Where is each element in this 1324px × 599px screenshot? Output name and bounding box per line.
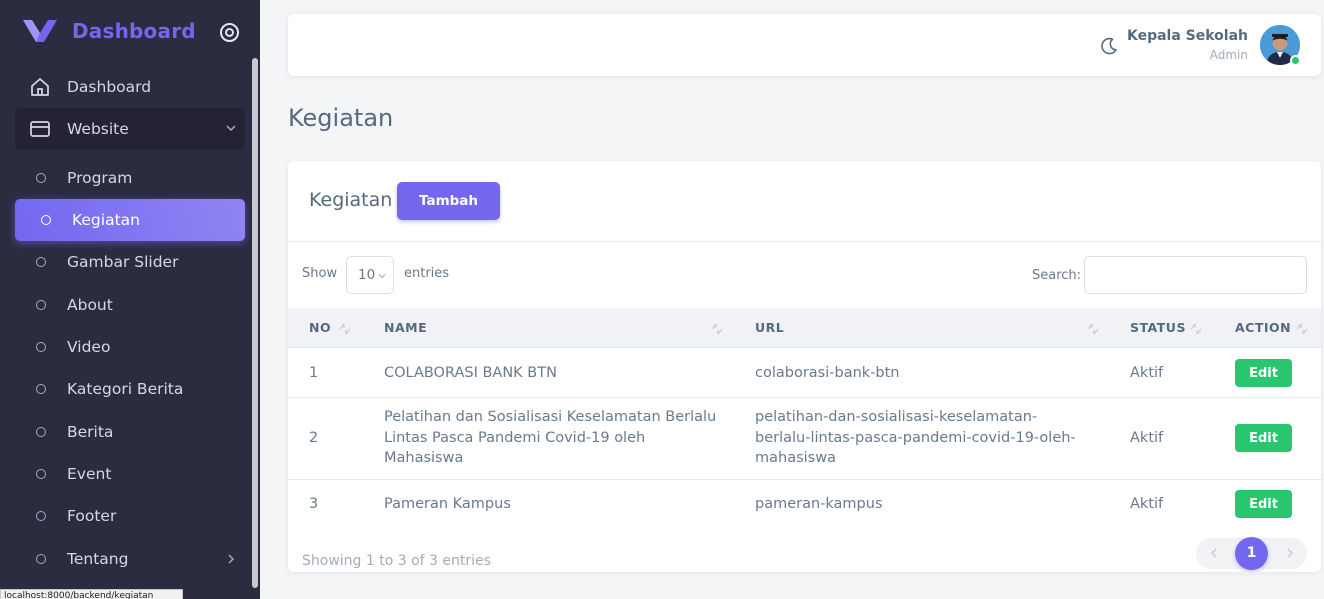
cell-name: COLABORASI BANK BTN (384, 365, 557, 381)
table-info: Showing 1 to 3 of 3 entries (302, 553, 491, 569)
user-name: Kepala Sekolah (1126, 28, 1248, 44)
cell-status: Aktif (1130, 430, 1164, 446)
sidebar-subitem-footer[interactable]: Footer (15, 495, 245, 537)
circle-icon (36, 511, 46, 521)
browser-status-url: localhost:8000/backend/kegiatan (0, 589, 183, 599)
sidebar-subitem-about[interactable]: About (15, 284, 245, 326)
cell-name: Pameran Kampus (384, 496, 511, 512)
chevron-right-icon (228, 554, 235, 564)
sidebar-subitem-label: Program (67, 169, 133, 187)
cell-status: Aktif (1130, 496, 1164, 512)
circle-icon (36, 554, 46, 564)
circle-icon (36, 469, 46, 479)
sidebar-subitem-label: Gambar Slider (67, 253, 179, 271)
sidebar-subitem-label: Video (67, 338, 111, 356)
sidebar-subitem-label: Kategori Berita (67, 380, 184, 398)
card-divider (288, 241, 1321, 242)
sidebar-subitem-berita[interactable]: Berita (15, 411, 245, 453)
edit-button[interactable]: Edit (1235, 490, 1292, 518)
sidebar-subitem-video[interactable]: Video (15, 326, 245, 368)
brand[interactable]: Dashboard (22, 16, 196, 46)
top-navbar: Kepala Sekolah Admin (288, 14, 1321, 76)
circle-icon (36, 384, 46, 394)
home-icon (31, 78, 49, 96)
page-title: Kegiatan (288, 104, 394, 132)
sidebar-item-website[interactable]: Website (15, 108, 245, 150)
chevron-right-icon[interactable] (1284, 546, 1296, 560)
circle-icon (36, 173, 46, 183)
table-header: NO NAME URL STATUS ACTION (288, 308, 1321, 348)
entries-label: entries (404, 266, 450, 281)
table-row: 2 Pelatihan dan Sosialisasi Keselamatan … (288, 398, 1321, 480)
cell-name: Pelatihan dan Sosialisasi Keselamatan Be… (384, 409, 717, 466)
sidebar-item-label: Website (67, 120, 129, 138)
search-input[interactable] (1084, 256, 1307, 294)
search-label: Search: (1032, 268, 1082, 283)
chevron-down-icon (226, 125, 236, 132)
show-label: Show (302, 266, 338, 281)
sort-icon[interactable] (1294, 320, 1310, 338)
cell-no: 3 (309, 496, 319, 512)
sidebar-item-dashboard[interactable]: Dashboard (15, 66, 245, 108)
page-button-current[interactable]: 1 (1235, 537, 1268, 570)
table-row: 3 Pameran Kampus pameran-kampus Aktif Ed… (288, 480, 1321, 530)
cell-no: 1 (309, 365, 319, 381)
circle-icon (41, 215, 51, 225)
cell-no: 2 (309, 430, 319, 446)
sort-icon[interactable] (1085, 320, 1101, 338)
sidebar-subitem-label: Tentang (67, 550, 129, 568)
circle-icon (36, 300, 46, 310)
circle-icon (36, 257, 46, 267)
table-row: 1 COLABORASI BANK BTN colaborasi-bank-bt… (288, 349, 1321, 398)
sidebar-item-label: Dashboard (67, 78, 152, 96)
browser-icon (30, 121, 50, 137)
sidebar-subitem-tentang[interactable]: Tentang (15, 538, 245, 580)
chevron-down-icon (378, 274, 386, 279)
sidebar-toggle-icon[interactable] (219, 22, 240, 43)
sort-icon[interactable] (337, 320, 353, 338)
cell-url: pameran-kampus (755, 496, 883, 512)
sidebar-subitem-gambar-slider[interactable]: Gambar Slider (15, 241, 245, 283)
edit-button[interactable]: Edit (1235, 359, 1292, 387)
sidebar-subitem-kategori-berita[interactable]: Kategori Berita (15, 368, 245, 410)
page-length-select[interactable]: 10 (346, 256, 394, 294)
sort-icon[interactable] (1188, 320, 1204, 338)
sidebar-subitem-event[interactable]: Event (15, 453, 245, 495)
sidebar-subitem-label: Kegiatan (72, 211, 140, 229)
column-header-action[interactable]: ACTION (1235, 308, 1291, 348)
pagination: 1 (1196, 537, 1307, 570)
column-header-url[interactable]: URL (755, 308, 784, 348)
online-status-dot (1290, 55, 1301, 66)
add-button[interactable]: Tambah (397, 182, 500, 220)
sidebar-subitem-label: Event (67, 465, 112, 483)
cell-status: Aktif (1130, 365, 1164, 381)
card-title: Kegiatan (309, 189, 393, 211)
column-header-status[interactable]: STATUS (1130, 308, 1186, 348)
edit-button[interactable]: Edit (1235, 424, 1292, 452)
moon-icon[interactable] (1099, 36, 1119, 56)
sidebar-subitem-label: Berita (67, 423, 114, 441)
cell-url: colaborasi-bank-btn (755, 365, 900, 381)
sidebar-subitem-kegiatan[interactable]: Kegiatan (15, 199, 245, 241)
circle-icon (36, 342, 46, 352)
sidebar-subitem-label: About (67, 296, 113, 314)
brand-name: Dashboard (72, 19, 196, 43)
user-role: Admin (1209, 48, 1248, 62)
sidebar-subitem-label: Footer (67, 507, 117, 525)
sidebar-scrollbar[interactable] (252, 58, 258, 588)
column-header-no[interactable]: NO (309, 308, 331, 348)
brand-logo-icon (23, 20, 57, 42)
column-header-name[interactable]: NAME (384, 308, 427, 348)
sidebar-subitem-program[interactable]: Program (15, 157, 245, 199)
cell-url: pelatihan-dan-sosialisasi-keselamatan-be… (755, 409, 1076, 466)
kegiatan-card: Kegiatan Tambah Show 10 entries Search: … (288, 161, 1321, 572)
circle-icon (36, 427, 46, 437)
page-length-value: 10 (358, 267, 376, 283)
chevron-left-icon[interactable] (1208, 546, 1220, 560)
sidebar: Dashboard Dashboard Website Program Kegi… (0, 0, 260, 599)
sort-icon[interactable] (709, 320, 725, 338)
